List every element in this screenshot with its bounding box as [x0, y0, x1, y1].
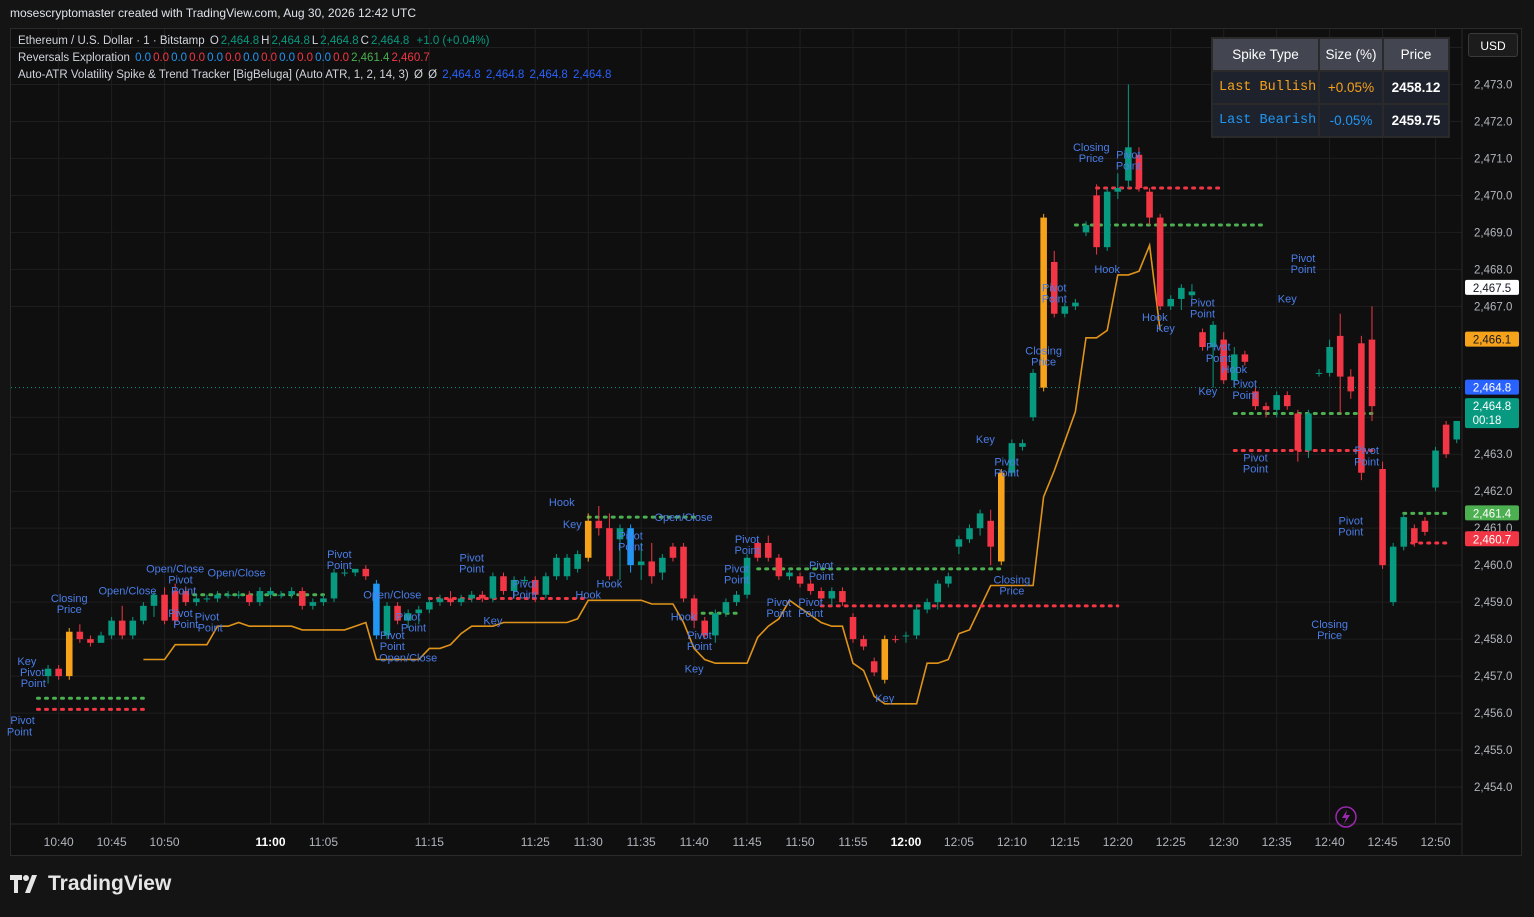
legend-reversals-line[interactable]: Reversals Exploration 0.0 0.0 0.0 0.0 0.0 0.0… [18, 52, 434, 64]
indicator-value: 2,464.8 [573, 69, 612, 81]
indicator-value: 0.0 [261, 52, 278, 64]
table-header: Size (%) [1318, 37, 1384, 72]
na-value: Ø [428, 69, 438, 81]
spike-type-cell: Last Bearish [1211, 103, 1320, 138]
table-row: Last Bearish -0.05% 2459.75 [1211, 103, 1450, 138]
chart-credit: mosescryptomaster created with TradingVi… [10, 6, 416, 20]
indicator-value: 0.0 [207, 52, 224, 64]
brand-name: TradingView [48, 872, 172, 895]
indicator-value: 0.0 [135, 52, 152, 64]
table-row: Last Bullish +0.05% 2458.12 [1211, 70, 1450, 105]
indicator-value: 0.0 [243, 52, 260, 64]
ohlc-value: 2,464.8 [220, 35, 260, 47]
ohlc-key: L [311, 35, 319, 47]
ohlc-key: H [261, 35, 270, 47]
tradingview-logo[interactable]: TradingView [10, 872, 171, 896]
indicator-value: 0.0 [153, 52, 170, 64]
ohlc-value: 2,464.8 [320, 35, 359, 47]
ohlc-key: C [360, 35, 369, 47]
lightning-icon[interactable] [1334, 805, 1358, 829]
indicator-value: 0.0 [315, 52, 332, 64]
spike-table: Spike Type Size (%) Price Last Bullish +… [1211, 37, 1450, 138]
indicator-value: 0.0 [189, 52, 206, 64]
indicator-value: 2,464.8 [485, 69, 525, 81]
spike-type-cell: Last Bullish [1211, 70, 1320, 105]
indicator-value: 2,464.8 [529, 69, 568, 81]
indicator-label: Reversals Exploration [18, 52, 130, 64]
ohlc-value: 2,464.8 [271, 35, 310, 47]
change-value: +1.0 (+0.04%) [416, 35, 490, 47]
legend-symbol-line[interactable]: Ethereum / U.S. Dollar · 1 · Bitstamp O2… [18, 35, 491, 47]
ohlc-values: O 2,464.8 H 2,464.8 L 2,464.8 C 2,464.8 [210, 35, 411, 47]
currency-button[interactable]: USD [1468, 33, 1518, 57]
indicator-value: 2,464.8 [442, 69, 481, 81]
spike-size-cell: +0.05% [1318, 70, 1384, 105]
indicator-value: 2,461.4 [351, 52, 390, 64]
indicator-value: 0.0 [333, 52, 350, 64]
table-header: Spike Type [1211, 37, 1320, 72]
indicator-value: 0.0 [279, 52, 296, 64]
ohlc-value: 2,464.8 [370, 35, 410, 47]
spike-price-cell: 2458.12 [1382, 70, 1450, 105]
legend-atr-line[interactable]: Auto-ATR Volatility Spike & Trend Tracke… [18, 69, 613, 81]
indicator-value: 2,460.7 [391, 52, 430, 64]
table-header: Price [1382, 37, 1450, 72]
ohlc-key: O [209, 35, 219, 47]
indicator-value: 0.0 [171, 52, 188, 64]
symbol-label: Ethereum / U.S. Dollar · 1 · Bitstamp [18, 35, 205, 47]
spike-price-cell: 2459.75 [1382, 103, 1450, 138]
tradingview-logo-icon [10, 875, 37, 893]
indicator-values: 0.0 0.0 0.0 0.0 0.0 0.0 0.0 0.0 0.0 0.0 0.0 0.0 2,46… [135, 52, 432, 64]
indicator-label: Auto-ATR Volatility Spike & Trend Tracke… [18, 69, 409, 81]
indicator-value: 0.0 [225, 52, 242, 64]
chart-area[interactable] [10, 28, 1522, 856]
indicator-value: 0.0 [297, 52, 314, 64]
na-value: Ø [413, 69, 423, 81]
spike-size-cell: -0.05% [1318, 103, 1384, 138]
